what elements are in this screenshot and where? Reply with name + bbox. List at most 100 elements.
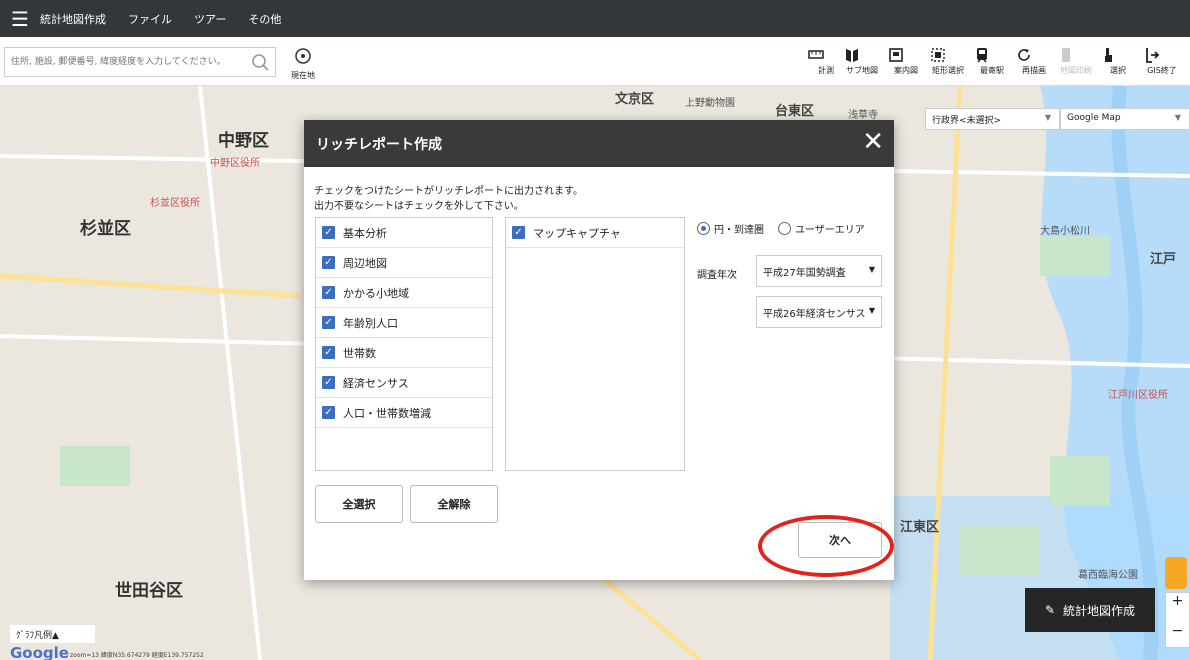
economic-census-select-value: 平成26年経済センサス bbox=[763, 309, 866, 320]
map-label-edogawa: 江戸 bbox=[1150, 252, 1177, 267]
map-label-asakusa: 浅草寺 bbox=[848, 110, 878, 121]
checkbox-checked-icon[interactable]: ✓ bbox=[322, 316, 335, 329]
checkbox-checked-icon[interactable]: ✓ bbox=[322, 256, 335, 269]
tool-select[interactable]: 選択 bbox=[1098, 45, 1138, 76]
economic-census-select[interactable]: 平成26年経済センサス ▼ bbox=[756, 296, 882, 328]
map-label-suginami: 杉並区 bbox=[80, 219, 131, 239]
tool-rect-select[interactable]: 矩形選択 bbox=[928, 45, 968, 76]
tool-gis-exit[interactable]: GIS終了 bbox=[1142, 45, 1182, 76]
map-label-nakano: 中野区 bbox=[218, 131, 269, 151]
tool-guide-map[interactable]: 案内図 bbox=[886, 45, 926, 76]
tool-sub-map[interactable]: サブ地図 bbox=[842, 45, 882, 76]
menu-bar: ☰ 統計地図作成 ファイル ツアー その他 bbox=[0, 0, 1190, 42]
exit-icon bbox=[1146, 48, 1160, 63]
stats-map-create-button[interactable]: ✎ 統計地図作成 bbox=[1025, 588, 1155, 632]
tool-rect-select-label: 矩形選択 bbox=[932, 66, 964, 75]
pencil-icon: ✎ bbox=[1044, 603, 1056, 617]
select-all-button[interactable]: 全選択 bbox=[315, 485, 403, 523]
radio-user-area[interactable] bbox=[778, 222, 791, 235]
tool-redraw[interactable]: 再描画 bbox=[1014, 45, 1054, 76]
sheet-item-population-change[interactable]: ✓ 人口・世帯数増減 bbox=[316, 398, 492, 428]
tool-print[interactable]: 地図印刷 bbox=[1056, 45, 1096, 76]
sheet-label: 人口・世帯数増減 bbox=[343, 406, 431, 420]
search-box bbox=[4, 47, 276, 77]
radio-circle-area[interactable] bbox=[697, 222, 710, 235]
dialog-header: リッチレポート作成 ✕ bbox=[304, 120, 894, 167]
rich-report-dialog: リッチレポート作成 ✕ チェックをつけたシートがリッチレポートに出力されます。 … bbox=[304, 120, 894, 580]
sheet-label: 世帯数 bbox=[343, 346, 376, 360]
sheet-label: 経済センサス bbox=[343, 376, 409, 390]
sheet-item-map-capture[interactable]: ✓ マップキャプチャ bbox=[506, 218, 684, 248]
map-label-kasai: 葛西臨海公園 bbox=[1078, 570, 1138, 581]
sheet-item-small-area[interactable]: ✓ かかる小地域 bbox=[316, 278, 492, 308]
tool-gis-exit-label: GIS終了 bbox=[1147, 66, 1177, 75]
chevron-down-icon: ▼ bbox=[1044, 113, 1051, 122]
current-location-button[interactable]: 現在地 bbox=[283, 46, 323, 81]
sheet-item-surrounding-map[interactable]: ✓ 周辺地図 bbox=[316, 248, 492, 278]
census-select[interactable]: 平成27年国勢調査 ▼ bbox=[756, 255, 882, 287]
map-label-ueno-zoo: 上野動物園 bbox=[685, 98, 735, 109]
map-label-edogawa-office: 江戸川区役所 bbox=[1108, 390, 1168, 401]
checkbox-checked-icon[interactable]: ✓ bbox=[322, 406, 335, 419]
rect-select-icon bbox=[931, 48, 945, 62]
instruction-line: 出力不要なシートはチェックを外して下さい。 bbox=[314, 201, 524, 212]
ruler-icon bbox=[808, 50, 824, 59]
sheet-item-economic-census[interactable]: ✓ 経済センサス bbox=[316, 368, 492, 398]
tool-select-label: 選択 bbox=[1110, 66, 1126, 75]
annotation-highlight-ellipse bbox=[758, 515, 894, 577]
sheet-label: かかる小地域 bbox=[343, 286, 409, 300]
menu-tour[interactable]: ツアー bbox=[194, 11, 226, 27]
admin-boundary-select[interactable]: 行政界<未選択> ▼ bbox=[925, 108, 1060, 130]
map-label-oojima: 大島小松川 bbox=[1040, 226, 1090, 237]
sheet-label: マップキャプチャ bbox=[533, 226, 621, 240]
map-label-nakano-office: 中野区役所 bbox=[210, 158, 260, 169]
graph-legend-toggle[interactable]: ｸﾞﾗﾌ凡例▲ bbox=[10, 625, 95, 643]
stats-map-create-label: 統計地図作成 bbox=[1063, 603, 1136, 618]
checkbox-checked-icon[interactable]: ✓ bbox=[322, 346, 335, 359]
menu-stats-map[interactable]: 統計地図作成 bbox=[40, 11, 106, 27]
tool-guide-map-label: 案内図 bbox=[894, 66, 918, 75]
google-logo: Google bbox=[10, 644, 69, 660]
map-type-select[interactable]: Google Map ▼ bbox=[1060, 108, 1190, 130]
radio-circle-label: 円・到達圏 bbox=[714, 225, 764, 236]
chevron-down-icon: ▼ bbox=[868, 265, 875, 274]
sheet-item-basic[interactable]: ✓ 基本分析 bbox=[316, 218, 492, 248]
pointer-icon bbox=[1105, 48, 1112, 62]
checkbox-checked-icon[interactable]: ✓ bbox=[512, 226, 525, 239]
search-input[interactable] bbox=[5, 48, 241, 76]
street-view-pegman-icon[interactable] bbox=[1165, 557, 1187, 589]
zoom-out-icon[interactable]: − bbox=[1166, 623, 1189, 639]
map-label-bunkyo: 文京区 bbox=[615, 92, 655, 107]
coordinate-readout: zoom=13 緯度N35.674279 経度E139.757252 bbox=[70, 652, 204, 659]
instruction-line: チェックをつけたシートがリッチレポートに出力されます。 bbox=[314, 186, 583, 197]
chevron-down-icon: ▼ bbox=[1174, 113, 1181, 122]
train-icon bbox=[977, 48, 987, 63]
deselect-all-button[interactable]: 全解除 bbox=[410, 485, 498, 523]
sheet-item-age-population[interactable]: ✓ 年齢別人口 bbox=[316, 308, 492, 338]
tool-measure-label: 計測 bbox=[818, 66, 834, 75]
radio-user-label: ユーザーエリア bbox=[795, 225, 865, 236]
search-icon[interactable] bbox=[249, 51, 271, 73]
zoom-control[interactable]: + − bbox=[1165, 592, 1190, 648]
toolbar: 現在地 計測 サブ地図 案内図 矩形選択 最寄駅 再描画 地図印刷 選択 GIS… bbox=[0, 42, 1190, 86]
menu-file[interactable]: ファイル bbox=[128, 11, 172, 27]
close-icon[interactable]: ✕ bbox=[862, 127, 884, 157]
crosshair-icon bbox=[295, 48, 311, 64]
guide-map-icon bbox=[889, 48, 903, 62]
admin-boundary-value: 行政界<未選択> bbox=[932, 116, 1002, 126]
tool-measure[interactable]: 計測 bbox=[806, 45, 846, 76]
tool-nearest-station-label: 最寄駅 bbox=[980, 66, 1004, 75]
map-type-value: Google Map bbox=[1067, 113, 1121, 123]
checkbox-checked-icon[interactable]: ✓ bbox=[322, 226, 335, 239]
tool-nearest-station[interactable]: 最寄駅 bbox=[972, 45, 1012, 76]
map-label-taito: 台東区 bbox=[775, 104, 815, 119]
menu-other[interactable]: その他 bbox=[248, 11, 281, 27]
sheet-list: ✓ 基本分析 ✓ 周辺地図 ✓ かかる小地域 ✓ 年齢別人口 ✓ 世帯数 ✓ 経済センサス … bbox=[315, 217, 493, 471]
sheet-item-households[interactable]: ✓ 世帯数 bbox=[316, 338, 492, 368]
zoom-in-icon[interactable]: + bbox=[1166, 593, 1189, 609]
checkbox-checked-icon[interactable]: ✓ bbox=[322, 376, 335, 389]
checkbox-checked-icon[interactable]: ✓ bbox=[322, 286, 335, 299]
map-label-setagaya: 世田谷区 bbox=[115, 581, 183, 601]
hamburger-menu-icon[interactable]: ☰ bbox=[0, 0, 40, 37]
tool-print-label: 地図印刷 bbox=[1060, 66, 1092, 75]
